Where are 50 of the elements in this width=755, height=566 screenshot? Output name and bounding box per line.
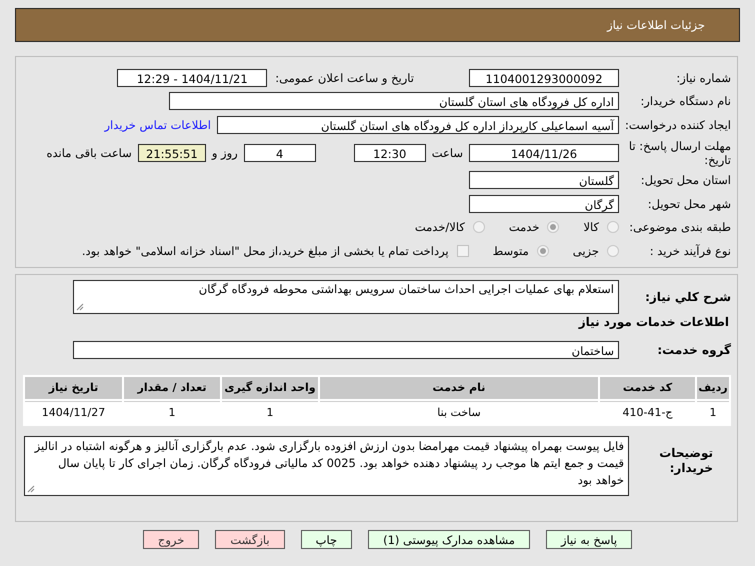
column-header: نام خدمت	[320, 376, 598, 398]
column-header: ردیف	[697, 376, 729, 398]
city-field[interactable]: گرگان	[469, 194, 619, 213]
buyer-notes-field[interactable]: فایل پیوست بهمراه پیشنهاد قیمت مهرامضا بدون ارزش افزوده بارگزاری شود. عدم بارگزاری آنالیز و هرگونه اشتباه در انالیز قیمت و جمع ایتم ها موجب رد پیشنهاد دهنده خواهد بود. 0025 کد مالیاتی فرودگاه گرگان. زمان اجرای کار تا پایان سال خواهد بود	[24, 436, 629, 496]
section-heading: اطلاعات خدمات مورد نیاز	[577, 314, 730, 331]
field-label: ایجاد کننده درخواست:	[624, 118, 732, 132]
payment-checkbox[interactable]: پرداخت تمام یا بخشی از مبلغ خرید،از محل "اسناد خزانه اسلامی" خواهد بود.	[82, 244, 469, 258]
days-field[interactable]: 4	[244, 144, 316, 162]
contact-info-link[interactable]: اطلاعات تماس خریدار	[104, 118, 211, 132]
action-button[interactable]: خروج	[142, 530, 200, 549]
column-header: کد خدمت	[600, 376, 695, 398]
field-label: شرح کلي نياز:	[644, 290, 732, 304]
category-radio[interactable]: کالا	[583, 220, 619, 234]
remaining-time-field: 21:55:51	[138, 144, 206, 162]
field-label: گروه خدمت:	[656, 342, 732, 356]
action-button[interactable]: بازگشت	[215, 530, 285, 549]
resize-grip-icon	[27, 484, 35, 492]
province-field[interactable]: گلستان	[469, 171, 619, 190]
deadline-date-field[interactable]: 1404/11/26	[469, 144, 619, 162]
column-header: تعداد / مقدار	[124, 376, 220, 398]
column-header: تاریخ نیاز	[25, 376, 122, 398]
field-label: طبقه بندی موضوعی:	[628, 220, 732, 234]
remaining-label: ساعت باقی مانده	[46, 146, 132, 160]
field-label: استان محل تحویل:	[640, 173, 732, 188]
field-label: نام دستگاه خریدار:	[639, 94, 732, 108]
time-label: ساعت	[432, 146, 463, 160]
need-number-field[interactable]: 1104001293000092	[469, 68, 619, 87]
buyer-org-field[interactable]: اداره کل فرودگاه های استان گلستان	[169, 92, 619, 110]
purchase-type-radio[interactable]: جزیی	[572, 244, 619, 258]
action-button[interactable]: مشاهده مدارک پیوستی (1)	[368, 530, 530, 549]
field-label: شهر محل تحویل:	[646, 196, 732, 211]
page-title: جزئیات اطلاعات نیاز	[607, 18, 705, 32]
days-label: روز و	[212, 146, 238, 160]
announce-date-field[interactable]: 1404/11/21 - 12:29	[117, 68, 268, 87]
action-button[interactable]: چاپ	[300, 530, 352, 549]
service-group-field[interactable]: ساختمان	[73, 340, 619, 358]
category-radio[interactable]: خدمت	[508, 220, 560, 234]
action-button[interactable]: پاسخ به نیاز	[546, 530, 632, 549]
field-label: نوع فرآیند خرید :	[648, 244, 732, 258]
resize-grip-icon	[76, 302, 84, 311]
category-radio[interactable]: کالا/خدمت	[414, 220, 485, 234]
field-label: مهلت ارسال پاسخ: تا تاریخ:	[628, 138, 732, 166]
deadline-time-field[interactable]: 12:30	[354, 144, 426, 162]
requester-field[interactable]: آسیه اسماعیلی کارپرداز اداره کل فرودگاه های استان گلستان	[217, 116, 619, 134]
field-label: شماره نیاز:	[675, 70, 732, 85]
column-header: واحد اندازه گیری	[222, 376, 318, 398]
purchase-type-radio[interactable]: متوسط	[492, 244, 549, 258]
description-field[interactable]: استعلام بهای عملیات اجرایی احداث ساختمان سرویس بهداشتی محوطه فرودگاه گرگان	[73, 280, 619, 314]
field-label: توضیحات خریدار:	[658, 446, 714, 476]
field-label: تاریخ و ساعت اعلان عمومی:	[275, 70, 414, 85]
